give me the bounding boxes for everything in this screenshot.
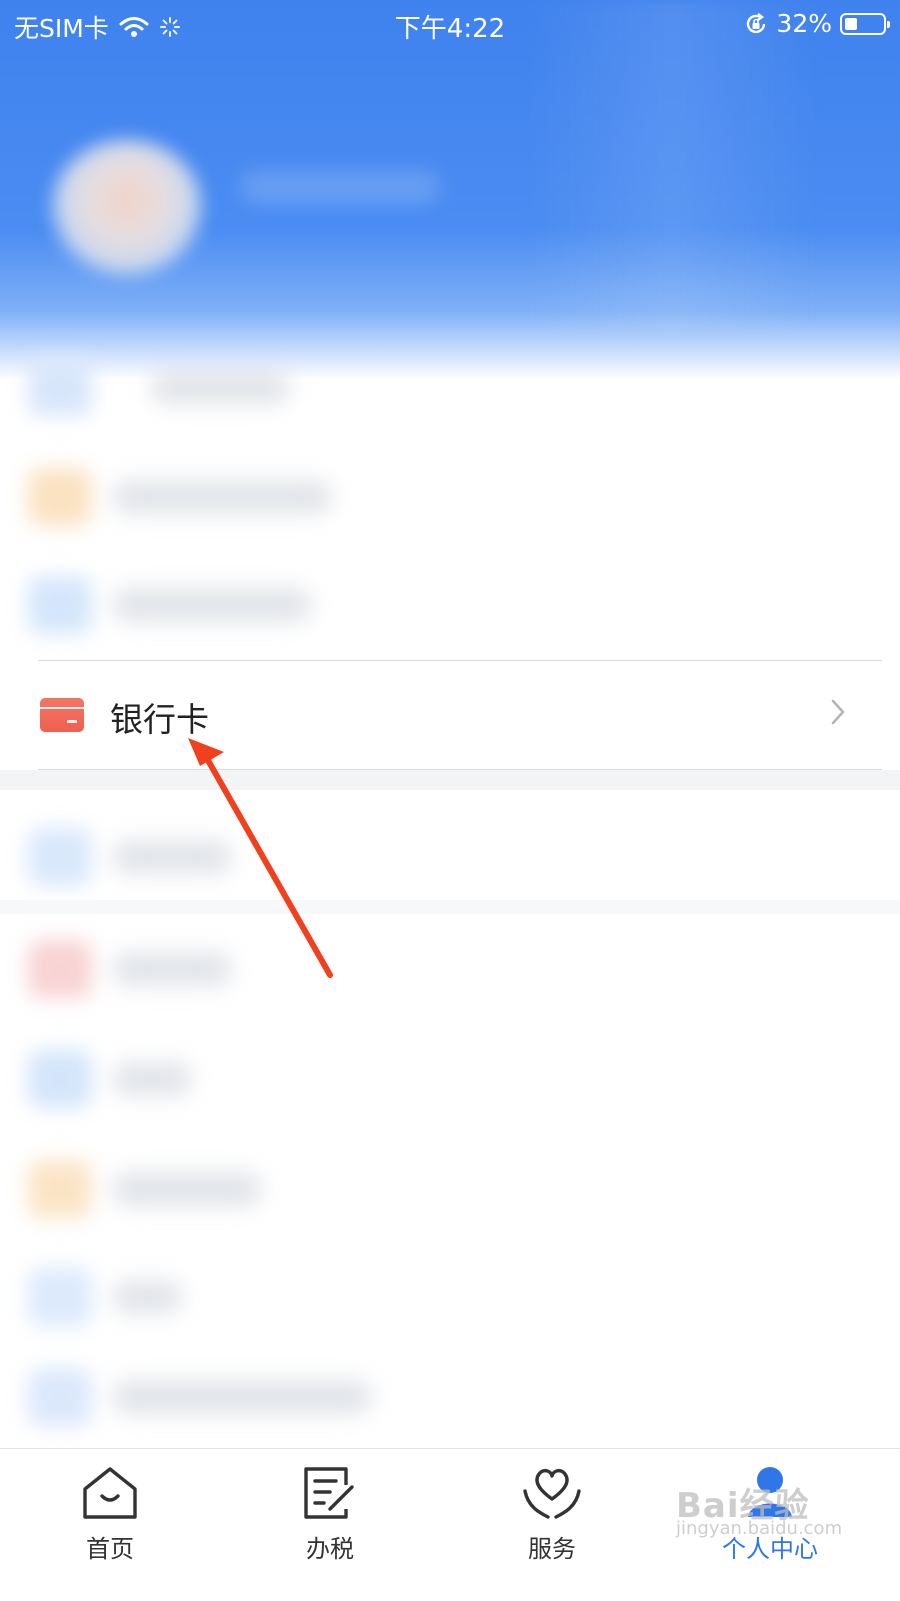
bank-card-icon <box>40 698 84 732</box>
blurred-item-icon <box>28 940 92 998</box>
status-bar: 无SIM卡 下午4:22 32% <box>0 0 900 46</box>
blurred-item-label <box>112 840 232 874</box>
service-heart-icon <box>523 1468 581 1519</box>
battery-fill <box>845 17 857 30</box>
blurred-item-icon <box>28 358 92 416</box>
blurred-menu-item[interactable] <box>0 1132 900 1242</box>
tab-home-label: 首页 <box>86 1535 134 1563</box>
blurred-menu-item[interactable] <box>0 1240 900 1350</box>
blurred-item-icon <box>28 1268 92 1326</box>
blurred-menu-item[interactable] <box>0 800 900 910</box>
blurred-item-icon <box>28 1368 92 1426</box>
battery-tip <box>887 20 890 28</box>
blurred-menu-item[interactable] <box>0 1340 900 1450</box>
header-sheen <box>520 0 900 330</box>
battery-icon <box>840 12 890 35</box>
blurred-item-label <box>112 588 312 622</box>
username-blurred <box>240 170 440 204</box>
blurred-menu-item[interactable] <box>0 912 900 1022</box>
blurred-item-label <box>112 952 232 986</box>
card-chip <box>67 720 77 723</box>
watermark-url: jingyan.baidu.com <box>676 1518 843 1539</box>
avatar[interactable] <box>52 140 202 275</box>
home-icon <box>83 1467 137 1519</box>
tab-tax[interactable]: 办税 <box>260 1463 400 1583</box>
blurred-item-icon <box>28 576 92 634</box>
tab-service-label: 服务 <box>528 1535 576 1563</box>
blurred-item-label <box>150 370 290 404</box>
blurred-item-label <box>112 1172 262 1206</box>
blurred-item-label <box>112 1280 182 1314</box>
rotation-lock-icon <box>747 12 766 33</box>
blurred-item-label <box>112 1062 192 1096</box>
battery-percent: 32% <box>776 9 832 38</box>
blurred-item-icon <box>28 828 92 886</box>
blurred-item-icon <box>28 1050 92 1108</box>
tax-form-icon <box>304 1467 354 1519</box>
profile-header <box>0 0 900 380</box>
tab-tax-label: 办税 <box>306 1535 354 1563</box>
blurred-item-label <box>112 480 332 514</box>
tab-home[interactable]: 首页 <box>40 1463 180 1583</box>
blurred-item-icon <box>28 468 92 526</box>
status-right: 32% <box>744 9 890 38</box>
card-stripe <box>40 707 84 709</box>
blurred-menu-item[interactable] <box>0 440 900 550</box>
blurred-menu-item[interactable] <box>0 548 900 658</box>
chevron-right-icon <box>831 699 845 725</box>
bank-card-menu-item[interactable]: 银行卡 <box>0 660 882 770</box>
section-separator <box>0 770 900 790</box>
blurred-item-icon <box>28 1160 92 1218</box>
blurred-menu-item[interactable] <box>0 1022 900 1132</box>
bank-card-label: 银行卡 <box>110 700 209 739</box>
blurred-menu-item[interactable] <box>0 330 900 440</box>
blurred-item-label <box>112 1380 372 1414</box>
tab-service[interactable]: 服务 <box>482 1463 622 1583</box>
divider <box>38 660 882 661</box>
